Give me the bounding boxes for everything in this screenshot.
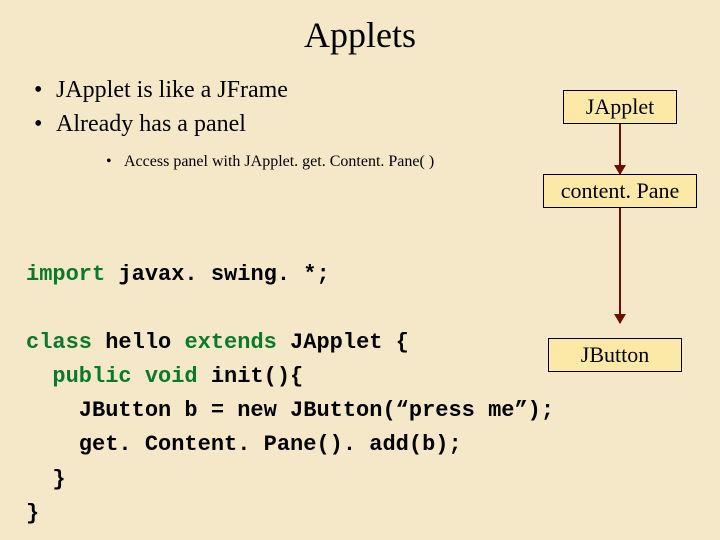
code-keyword: class — [26, 330, 92, 355]
slide: Applets • JApplet is like a JFrame • Alr… — [0, 0, 720, 540]
code-text: hello — [92, 330, 184, 355]
diagram-box-jbutton: JButton — [548, 338, 682, 372]
arrow-down-icon — [619, 124, 621, 174]
code-text: JButton b = new JButton(“press me”); — [26, 398, 554, 423]
subbullet-text: Access panel with JApplet. get. Content.… — [124, 151, 434, 173]
slide-title: Applets — [0, 0, 720, 56]
bullet-dot-icon: • — [106, 151, 124, 173]
code-text: init(){ — [198, 364, 304, 389]
code-text: javax. swing. *; — [105, 262, 329, 287]
code-text: } — [26, 501, 39, 526]
code-text: get. Content. Pane(). add(b); — [26, 432, 462, 457]
bullet-text: Already has a panel — [56, 108, 246, 140]
code-keyword: extends — [184, 330, 276, 355]
diagram-box-japplet: JApplet — [563, 90, 677, 124]
bullet-dot-icon: • — [34, 74, 56, 106]
code-keyword: public void — [26, 364, 198, 389]
code-block: import javax. swing. *; class hello exte… — [26, 258, 554, 531]
arrow-down-icon — [619, 208, 621, 323]
bullet-text: JApplet is like a JFrame — [56, 74, 288, 106]
diagram-box-contentpane: content. Pane — [543, 174, 697, 208]
bullet-dot-icon: • — [34, 108, 56, 140]
code-text: JApplet { — [277, 330, 409, 355]
code-text: } — [26, 467, 66, 492]
code-keyword: import — [26, 262, 105, 287]
class-diagram: JApplet content. Pane — [540, 90, 700, 323]
